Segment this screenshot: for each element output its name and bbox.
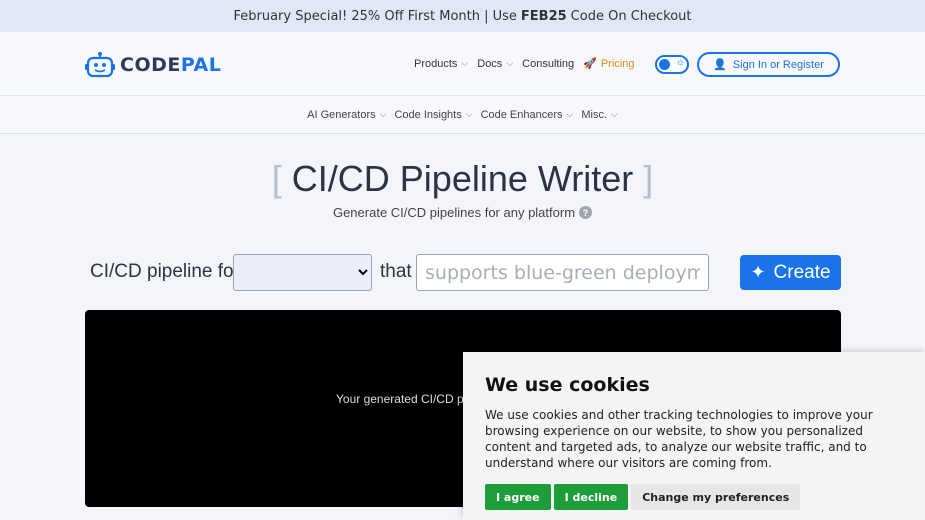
promo-prefix: February Special! 25% Off First Month | … [233,8,517,24]
nav-docs-label: Docs [477,57,503,70]
cookie-banner: We use cookies We use cookies and other … [463,352,925,520]
sparkle-icon: ✦ [750,262,766,282]
title-bracket-left: [ [271,158,282,199]
subnav-ai-generators[interactable]: AI Generators ⌵ [307,109,386,121]
page-title-text: CI/CD Pipeline Writer [291,158,634,199]
chevron-down-icon: ⌵ [379,109,387,119]
create-label: Create [773,261,831,283]
nav-consulting-label: Consulting [522,57,575,70]
page-title: [ CI/CD Pipeline Writer ] [0,158,925,200]
site-header: CODEPAL Products ⌵ Docs ⌵ Consulting 🚀 P… [0,32,925,96]
logo-text-pal: PAL [180,54,222,76]
pipeline-for-label: CI/CD pipeline for [90,261,240,282]
subnav-misc[interactable]: Misc. ⌵ [581,109,618,121]
subnav-code-enhancers[interactable]: Code Enhancers ⌵ [481,109,574,121]
cookie-agree-button[interactable]: I agree [485,484,551,510]
promo-code: FEB25 [520,8,567,24]
create-button[interactable]: ✦ Create [740,255,841,290]
cookie-text: We use cookies and other tracking techno… [485,408,873,470]
promo-suffix: Code On Checkout [570,8,692,24]
nav-products[interactable]: Products ⌵ [414,58,468,70]
nav-pricing-label: Pricing [600,57,635,70]
sign-in-button[interactable]: 👤 Sign In or Register [697,52,840,77]
title-bracket-right: ] [643,158,654,199]
logo[interactable]: CODEPAL [85,52,221,78]
sub-nav: AI Generators ⌵ Code Insights ⌵ Code Enh… [0,96,925,134]
rocket-icon: 🚀 [583,58,597,70]
page-subtitle-text: Generate CI/CD pipelines for any platfor… [332,205,576,220]
feature-input[interactable] [416,254,709,291]
platform-select[interactable] [233,254,372,291]
help-icon[interactable]: ? [579,206,593,219]
nav-consulting[interactable]: Consulting [522,58,574,70]
sun-icon: ☼ [675,57,685,68]
nav-products-label: Products [414,57,458,70]
sign-in-label: Sign In or Register [732,58,824,71]
cookie-preferences-button[interactable]: Change my preferences [631,484,801,510]
logo-text: CODEPAL [120,54,221,76]
chevron-down-icon: ⌵ [506,58,514,68]
cookie-decline-button[interactable]: I decline [553,484,629,510]
subnav-label: AI Generators [307,108,376,121]
that-label: that [380,261,412,282]
subnav-label: Code Insights [394,108,462,121]
nav-docs[interactable]: Docs ⌵ [477,58,513,70]
page-subtitle: Generate CI/CD pipelines for any platfor… [0,205,925,220]
logo-text-code: CODE [120,54,181,76]
output-placeholder: Your generated CI/CD pip [336,392,473,406]
subnav-code-insights[interactable]: Code Insights ⌵ [394,109,472,121]
robot-logo-icon [85,52,115,78]
chevron-down-icon: ⌵ [461,58,469,68]
theme-toggle[interactable]: ☼ [655,55,689,74]
cookie-title: We use cookies [485,374,650,396]
chevron-down-icon: ⌵ [566,109,574,119]
promo-banner: February Special! 25% Off First Month | … [0,0,925,32]
user-icon: 👤 [713,59,727,71]
main-nav: Products ⌵ Docs ⌵ Consulting 🚀 Pricing [414,57,643,71]
chevron-down-icon: ⌵ [611,109,618,119]
chevron-down-icon: ⌵ [465,109,473,119]
toggle-knob [659,59,670,70]
cookie-buttons: I agree I decline Change my preferences [485,484,903,510]
subnav-label: Misc. [581,108,608,121]
subnav-label: Code Enhancers [480,108,563,121]
nav-pricing[interactable]: 🚀 Pricing [583,57,635,71]
